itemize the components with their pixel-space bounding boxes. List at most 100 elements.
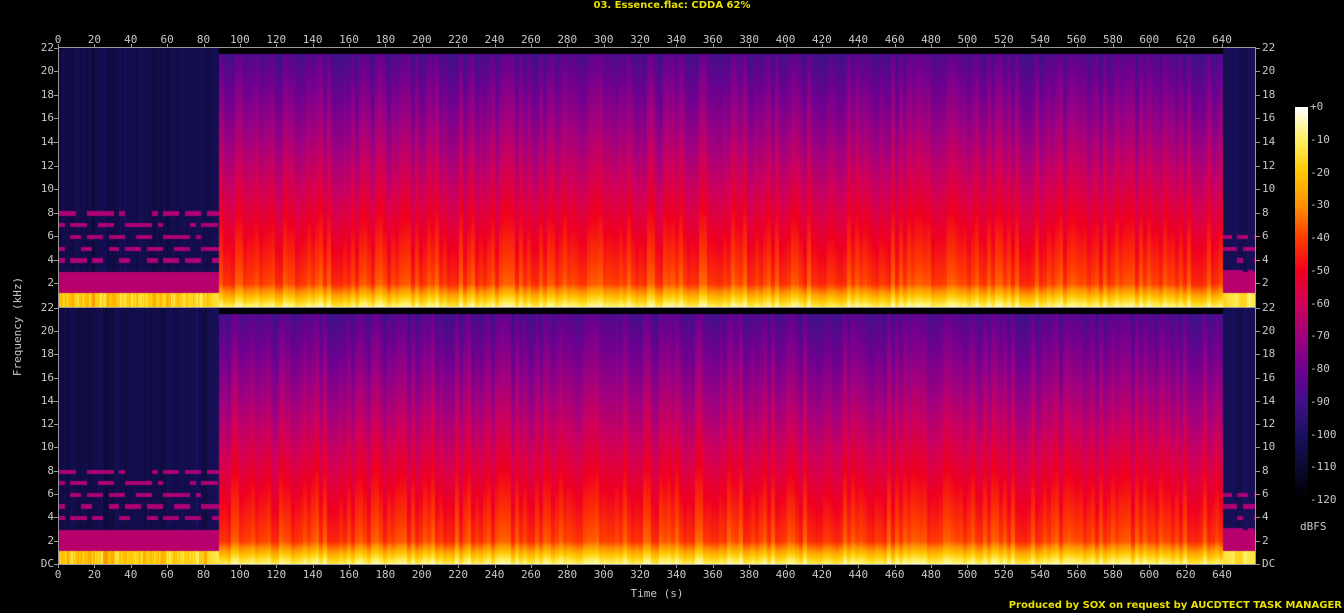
x-tick-label-bottom: 320 <box>630 568 650 581</box>
x-tick-label-bottom: 560 <box>1066 568 1087 581</box>
y-tick-mark <box>1256 141 1260 143</box>
y-tick-label-right: 2 <box>1262 533 1269 547</box>
y-tick-label-left: DC <box>40 557 54 570</box>
y-tick-label-right: 22 <box>1262 300 1276 314</box>
y-tick-label-right: 14 <box>1262 393 1276 407</box>
x-tick-label-bottom: 300 <box>593 568 614 581</box>
x-tick-label-bottom: 340 <box>666 568 687 581</box>
colorbar-tick-label: -90 <box>1310 394 1330 408</box>
y-tick-mark <box>1256 165 1260 167</box>
x-tick-label-bottom: 380 <box>739 568 760 581</box>
x-tick-label-bottom: 360 <box>702 568 723 581</box>
y-tick-label-left: 18 <box>40 87 54 101</box>
y-tick-label-left: 14 <box>40 134 54 148</box>
y-tick-label-right: 4 <box>1262 510 1269 524</box>
x-tick-label-bottom: 260 <box>520 568 541 581</box>
y-axis-label: Frequency (kHz) <box>11 276 25 377</box>
spectrogram-channel-1 <box>58 47 1256 308</box>
colorbar-tick-label: -110 <box>1310 460 1337 474</box>
y-tick-label-right: 10 <box>1262 182 1276 196</box>
y-tick-label-left: 16 <box>40 370 54 384</box>
spectrogram-channel-2 <box>58 307 1256 565</box>
colorbar-tick-label: +0 <box>1310 100 1324 113</box>
colorbar-tick-label: -120 <box>1310 493 1337 506</box>
x-tick-label-bottom: 460 <box>884 568 905 581</box>
y-tick-label-left: 12 <box>40 158 54 172</box>
colorbar-tick-label: -20 <box>1310 165 1330 179</box>
y-tick-label-right: 2 <box>1262 276 1269 290</box>
y-tick-mark <box>1256 424 1260 426</box>
x-tick-label-bottom: 200 <box>411 568 432 581</box>
y-tick-label-left: 22 <box>40 40 54 54</box>
x-tick-label-bottom: 20 <box>87 568 101 581</box>
x-tick-label-bottom: 440 <box>848 568 869 581</box>
y-tick-mark <box>1256 517 1260 519</box>
y-tick-mark <box>1256 494 1260 496</box>
y-tick-label-right: 22 <box>1262 40 1276 54</box>
y-tick-label-left: 6 <box>47 487 54 501</box>
x-tick-label-bottom: 100 <box>229 568 250 581</box>
y-tick-label-right: 6 <box>1262 229 1269 243</box>
y-tick-label-left: 2 <box>47 533 54 547</box>
y-tick-mark <box>1256 283 1260 285</box>
y-tick-label-right: 8 <box>1262 205 1269 219</box>
colorbar-unit-label: dBFS <box>1300 520 1327 533</box>
y-tick-label-left: 18 <box>40 347 54 361</box>
y-tick-label-right: 14 <box>1262 134 1276 148</box>
colorbar-tick-label: -80 <box>1310 362 1330 375</box>
y-tick-label-right: 12 <box>1262 417 1276 431</box>
x-tick-label-bottom: 500 <box>957 568 978 581</box>
y-tick-label-left: 20 <box>40 64 54 78</box>
y-tick-label-right: 20 <box>1262 323 1276 337</box>
x-tick-label-bottom: 240 <box>484 568 505 581</box>
y-tick-label-left: 4 <box>47 510 54 524</box>
footer-credit: Produced by SOX on request by AUCDTECT T… <box>1008 600 1342 611</box>
y-tick-label-left: 12 <box>40 417 54 431</box>
colorbar <box>1295 107 1308 500</box>
y-tick-mark <box>1256 400 1260 402</box>
y-tick-label-left: 22 <box>40 300 54 314</box>
y-tick-label-right: 20 <box>1262 64 1276 78</box>
y-tick-label-right: 4 <box>1262 252 1269 266</box>
x-tick-label-bottom: 120 <box>266 568 287 581</box>
y-tick-label-right: 18 <box>1262 347 1276 361</box>
y-tick-label-left: 10 <box>40 182 54 196</box>
y-tick-label-left: 14 <box>40 393 54 407</box>
y-tick-label-right: 6 <box>1262 487 1269 501</box>
x-tick-label-bottom: 180 <box>375 568 396 581</box>
y-tick-mark <box>1256 212 1260 214</box>
y-tick-label-left: 4 <box>47 252 54 266</box>
colorbar-tick-label: -70 <box>1310 329 1330 343</box>
y-tick-label-left: 8 <box>47 463 54 477</box>
x-tick-label-bottom: 540 <box>1030 568 1051 581</box>
y-tick-mark <box>1256 447 1260 449</box>
y-tick-mark <box>1256 540 1260 542</box>
x-tick-label-bottom: 580 <box>1102 568 1123 581</box>
y-tick-mark <box>1256 377 1260 379</box>
y-tick-mark <box>1256 330 1260 332</box>
colorbar-tick-label: -100 <box>1310 427 1337 441</box>
y-tick-label-right: 18 <box>1262 87 1276 101</box>
x-tick-label-bottom: 160 <box>339 568 359 581</box>
x-tick-label-bottom: 420 <box>811 568 832 581</box>
x-tick-label-bottom: 80 <box>196 568 211 581</box>
y-tick-label-left: 16 <box>40 111 54 125</box>
y-tick-label-left: 6 <box>47 229 54 243</box>
y-tick-mark <box>1256 189 1260 191</box>
colorbar-tick-label: -40 <box>1310 231 1330 244</box>
y-tick-label-left: 8 <box>47 205 54 219</box>
y-tick-mark <box>1256 354 1260 356</box>
y-tick-label-right: 16 <box>1262 111 1276 125</box>
y-tick-label-left: 10 <box>40 440 54 454</box>
y-tick-mark <box>1256 307 1260 309</box>
x-tick-label-bottom: 480 <box>921 568 941 581</box>
colorbar-tick-label: -10 <box>1310 132 1330 146</box>
y-tick-label-right: 10 <box>1262 440 1276 454</box>
x-tick-label-bottom: 220 <box>448 568 469 581</box>
x-tick-label-bottom: 520 <box>993 568 1014 581</box>
y-tick-mark <box>1256 236 1260 238</box>
y-tick-mark <box>1256 259 1260 261</box>
x-tick-label-bottom: 600 <box>1139 568 1160 581</box>
x-tick-label-bottom: 280 <box>557 568 578 581</box>
y-tick-mark <box>1256 94 1260 96</box>
